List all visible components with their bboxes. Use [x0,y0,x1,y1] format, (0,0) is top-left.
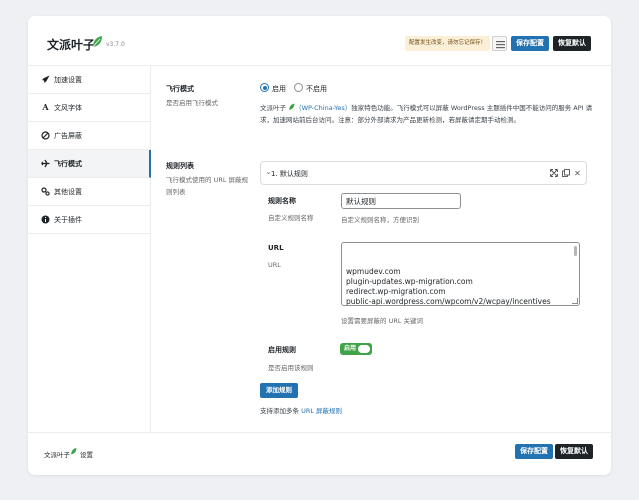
footer-reset-button[interactable]: 恢复默认 [555,444,593,459]
cogs-icon [41,187,50,196]
sidebar-item-label: 广告屏蔽 [54,132,82,140]
flight-mode-subtitle: 是否启用飞行模式 [166,99,218,107]
sidebar-item-about[interactable]: 关于插件 [28,206,151,234]
list-icon [496,41,505,49]
rule-title: 1. 默认规则 [271,170,308,178]
resize-handle[interactable] [572,298,578,304]
radio-disable[interactable] [294,83,303,92]
toggle-label: 启用 [344,345,357,352]
enable-rule-toggle[interactable]: 启用 [340,343,372,355]
url-line: wpmudev.com [346,266,401,276]
footer-save-button[interactable]: 保存配置 [515,444,553,459]
rule-name-hint: 自定义规则名称，方便识别 [341,216,419,224]
url-line: public-api.wordpress.com/wpcom/v2/wcpay/… [346,297,551,306]
sidebar-item-flight-mode[interactable]: 飞行模式 [28,150,151,178]
header: 文派叶子 v3.7.0 配置发生改变，请勿忘记保存！ 保存配置 恢复默认 [28,16,611,66]
url-hint: 设置需要屏蔽的 URL 关键词 [341,317,424,325]
flight-mode-title: 飞行模式 [166,85,194,93]
rules-subtitle: 飞行模式使用的 URL 屏蔽规则列表 [166,176,249,196]
unsaved-notice: 配置发生改变，请勿忘记保存！ [405,36,490,51]
save-button[interactable]: 保存配置 [511,36,549,51]
url-sub: URL [268,261,281,269]
plane-icon [41,159,50,168]
rocket-icon [41,75,50,84]
sidebar-item-label: 飞行模式 [54,160,82,168]
app-title: 文派叶子 [47,38,96,52]
desc-brand: 文派叶子 [260,104,286,112]
url-line: plugin-updates.wp-migration.com [346,276,473,286]
sidebar-item-label: 加速设置 [54,76,82,84]
rule-name-label: 规则名称 [268,197,296,205]
add-rule-button[interactable]: 添加规则 [260,383,298,398]
url-line: redirect.wp-migration.com [346,287,446,297]
sidebar-item-acceleration[interactable]: 加速设置 [28,66,151,94]
radio-enable[interactable] [260,83,269,92]
sidebar-item-fonts[interactable]: A 文风字体 [28,94,151,122]
enable-rule-label: 启用规则 [268,346,296,354]
url-textarea[interactable]: wpmudev.com plugin-updates.wp-migration.c… [341,242,580,306]
radio-disable-label: 不启用 [306,85,327,93]
block-icon [41,131,50,140]
rule-name-sub: 自定义规则名称 [268,214,314,222]
sidebar-item-label: 其他设置 [54,188,82,196]
version-label: v3.7.0 [106,41,125,48]
sidebar-item-label: 文风字体 [54,104,82,112]
enable-rule-sub: 是否启用该规则 [268,364,314,372]
close-icon[interactable]: ✕ [573,169,582,178]
wp-china-yes-link[interactable]: （WP-China-Yes） [295,104,351,112]
radio-enable-label: 启用 [272,85,286,93]
sidebar-item-adblock[interactable]: 广告屏蔽 [28,122,151,150]
reset-button[interactable]: 恢复默认 [553,36,591,51]
textarea-scrollbar[interactable] [574,246,577,256]
leaf-icon [71,448,77,455]
sidebar-item-label: 关于插件 [54,216,82,224]
support-prefix: 支持添加多条 [260,407,302,415]
sidebar-item-other[interactable]: 其他设置 [28,178,151,206]
support-text: 支持添加多条 URL 屏蔽规则 [260,405,342,415]
footer-settings-label: 设置 [80,451,93,459]
sidebar: 加速设置 A 文风字体 广告屏蔽 飞行模式 其他设置 关于插件 [28,66,151,432]
font-icon: A [42,102,49,112]
url-block-rules-link[interactable]: URL 屏蔽规则 [301,407,342,415]
footer: 文派叶子 设置 保存配置 恢复默认 [28,432,611,475]
url-lines: wpmudev.com plugin-updates.wp-migration.c… [346,266,575,306]
rule-name-input[interactable]: 默认规则 [341,193,461,209]
list-view-button[interactable] [492,36,507,51]
toggle-knob [358,345,370,353]
expand-icon[interactable] [549,169,558,178]
flight-mode-description: 文派叶子 （WP-China-Yes）独家特色功能。飞行模式可以屏蔽 WordP… [260,102,600,126]
rule-accordion-header[interactable]: ⌄ 1. 默认规则 ✕ [260,161,587,185]
leaf-icon [92,36,102,48]
copy-icon[interactable] [561,169,570,178]
footer-brand: 文派叶子 [44,451,70,459]
settings-card: 文派叶子 v3.7.0 配置发生改变，请勿忘记保存！ 保存配置 恢复默认 加速设… [28,16,611,475]
url-label: URL [268,244,284,252]
rules-title: 规则列表 [166,162,194,170]
info-icon [41,215,50,224]
